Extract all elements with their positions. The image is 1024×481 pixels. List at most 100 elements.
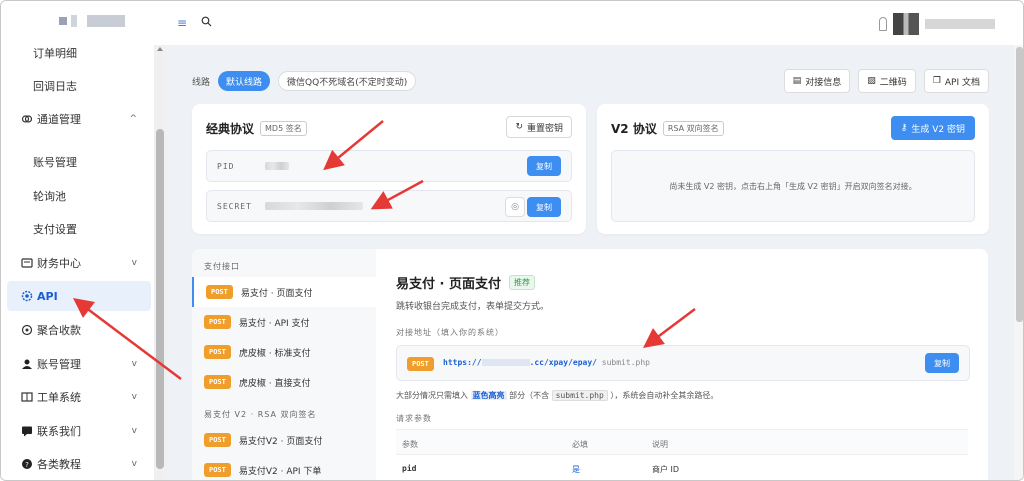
chevron-down-icon: v (131, 258, 137, 268)
endpoint-label: 对接地址（填入你的系统） (396, 328, 504, 337)
sidebar-item-accounts[interactable]: 账号管理 (1, 147, 151, 177)
post-badge: POST (206, 285, 233, 299)
classic-title: 经典协议 MD5 签名 (206, 120, 307, 137)
eye-off-icon[interactable]: ◎ (505, 197, 525, 217)
recommended-badge: 推荐 (509, 275, 535, 290)
qrcode-button[interactable]: ▨ 二维码 (858, 69, 916, 93)
sidebar-item-channels[interactable]: 通道管理 ^ (1, 104, 151, 134)
route-wechat-qq[interactable]: 微信QQ不死域名(不定时变动) (278, 71, 417, 91)
document-icon: ▤ (792, 76, 802, 86)
api-detail: 易支付 · 页面支付 推荐 跳转收银台完成支付，表单提交方式。 对接地址（填入你… (376, 249, 988, 480)
route-label: 线路 (192, 77, 211, 88)
scroll-up-arrow[interactable] (157, 47, 163, 51)
api-item-hupijiao-direct[interactable]: POST 虎皮椒 · 直接支付 (192, 367, 376, 397)
username (925, 19, 995, 29)
app-window: ≡ 订单明细 回调日志 通道管理 ^ 账号管理 轮询池 支付设置 财务中心 v … (0, 0, 1024, 481)
md5-tag: MD5 签名 (260, 121, 307, 136)
search-icon[interactable] (201, 16, 212, 30)
route-default[interactable]: 默认线路 (218, 71, 271, 91)
copy-secret-button[interactable]: 复制 (527, 197, 561, 217)
top-actions: ▤ 对接信息 ▨ 二维码 ❐ API 文档 (783, 69, 989, 93)
sidebar-item-account-mgmt[interactable]: 账号管理 v (1, 349, 151, 379)
collect-icon (21, 324, 33, 336)
sidebar: 订单明细 回调日志 通道管理 ^ 账号管理 轮询池 支付设置 财务中心 v AP… (1, 45, 154, 480)
sidebar-item-tutorials[interactable]: ? 各类教程 v (1, 449, 151, 479)
chat-icon (21, 425, 33, 437)
post-badge: POST (204, 375, 231, 389)
wallet-icon (21, 257, 33, 269)
chevron-down-icon: v (131, 426, 137, 436)
v2-title: V2 协议 RSA 双向签名 (611, 120, 724, 137)
page-scrollbar-thumb[interactable] (1016, 47, 1023, 322)
menu-toggle-icon[interactable]: ≡ (177, 17, 187, 29)
main-content: 线路 默认线路 微信QQ不死域名(不定时变动) ▤ 对接信息 ▨ 二维码 ❐ API … (166, 45, 1014, 480)
api-item-epay-page[interactable]: POST 易支付 · 页面支付 (192, 277, 376, 307)
sidebar-item-contact[interactable]: 联系我们 v (1, 416, 151, 446)
table-row: pid 是 商户 ID (402, 464, 680, 474)
secret-field: SECRET ◎ 复制 (206, 190, 572, 222)
sidebar-item-collect[interactable]: 聚合收款 (1, 315, 151, 345)
post-badge: POST (204, 433, 231, 447)
endpoint-box: POST https://.cc/xpay/epay/ submit.php 复… (396, 345, 970, 381)
post-badge: POST (204, 345, 231, 359)
v2-empty-text: 尚未生成 V2 密钥，点击右上角「生成 V2 密钥」开启双向签名对接。 (669, 182, 917, 191)
image-icon: ▨ (867, 76, 876, 86)
top-bar: ≡ (1, 1, 1023, 45)
url-redacted (481, 359, 530, 366)
bell-icon[interactable] (879, 17, 887, 31)
svg-text:?: ? (25, 461, 29, 469)
copy-endpoint-button[interactable]: 复制 (925, 353, 959, 373)
table-header: 参数 必填 说明 (396, 429, 968, 455)
rsa-tag: RSA 双向签名 (662, 121, 724, 136)
chevron-up-icon: ^ (129, 114, 137, 124)
classic-protocol-card: 经典协议 MD5 签名 ↻ 重置密钥 PID 复制 SECRET ◎ 复制 (192, 104, 586, 234)
integration-info-button[interactable]: ▤ 对接信息 (783, 69, 851, 93)
copy-icon: ❐ (932, 76, 941, 86)
api-item-epay-v2-page[interactable]: POST 易支付V2 · 页面支付 (192, 425, 376, 455)
post-badge: POST (204, 315, 231, 329)
detail-description: 跳转收银台完成支付，表单提交方式。 (396, 302, 550, 312)
api-item-epay-v2-api[interactable]: POST 易支付V2 · API 下单 (192, 455, 376, 480)
user-menu[interactable] (879, 13, 995, 35)
copy-pid-button[interactable]: 复制 (527, 156, 561, 176)
pid-value (265, 162, 289, 170)
sidebar-scrollbar-thumb[interactable] (156, 129, 164, 469)
avatar[interactable] (893, 13, 919, 35)
endpoint-note: 大部分情况只需填入 蓝色高亮 部分（不含 submit.php ），系统会自动补… (396, 390, 719, 401)
v2-protocol-card: V2 协议 RSA 双向签名 ⚷ 生成 V2 密钥 尚未生成 V2 密钥，点击右上… (597, 104, 989, 234)
gear-icon (21, 290, 33, 302)
user-icon (21, 358, 33, 370)
sidebar-item-polling-pool[interactable]: 轮询池 (1, 181, 151, 211)
sidebar-item-callback-log[interactable]: 回调日志 (1, 71, 151, 101)
chevron-down-icon: v (131, 392, 137, 402)
secret-value (265, 202, 363, 210)
api-section-v2: 易支付 V2 · RSA 双向签名 (204, 410, 317, 419)
api-item-hupijiao-standard[interactable]: POST 虎皮椒 · 标准支付 (192, 337, 376, 367)
request-params-label: 请求参数 (396, 414, 432, 423)
pid-field: PID 复制 (206, 150, 572, 182)
api-section-payment: 支付接口 (204, 262, 240, 271)
logo (59, 15, 125, 27)
book-icon (21, 391, 33, 403)
sidebar-item-orders[interactable]: 订单明细 (1, 38, 151, 68)
route-selector: 线路 默认线路 微信QQ不死域名(不定时变动) (192, 71, 417, 91)
sidebar-item-api[interactable]: API (7, 281, 151, 311)
chevron-down-icon: v (131, 359, 137, 369)
key-icon: ⚷ (900, 123, 908, 133)
post-badge: POST (204, 463, 231, 477)
generate-v2-key-button[interactable]: ⚷ 生成 V2 密钥 (890, 116, 975, 140)
api-item-epay-api[interactable]: POST 易支付 · API 支付 (192, 307, 376, 337)
sidebar-item-tickets[interactable]: 工单系统 v (1, 382, 151, 412)
help-icon: ? (21, 458, 33, 470)
api-list: 支付接口 POST 易支付 · 页面支付 POST 易支付 · API 支付 POS… (192, 249, 376, 480)
api-docs-button[interactable]: ❐ API 文档 (923, 69, 989, 93)
v2-empty-box: 尚未生成 V2 密钥，点击右上角「生成 V2 密钥」开启双向签名对接。 (611, 150, 975, 222)
endpoint-url[interactable]: https://.cc/xpay/epay/ submit.php (443, 358, 650, 367)
sidebar-item-finance[interactable]: 财务中心 v (1, 248, 151, 278)
sidebar-item-pay-settings[interactable]: 支付设置 (1, 214, 151, 244)
detail-title: 易支付 · 页面支付 推荐 (396, 273, 535, 292)
reset-key-button[interactable]: ↻ 重置密钥 (506, 116, 572, 138)
link-icon (21, 113, 33, 125)
refresh-icon: ↻ (515, 122, 523, 132)
post-badge: POST (407, 357, 434, 371)
